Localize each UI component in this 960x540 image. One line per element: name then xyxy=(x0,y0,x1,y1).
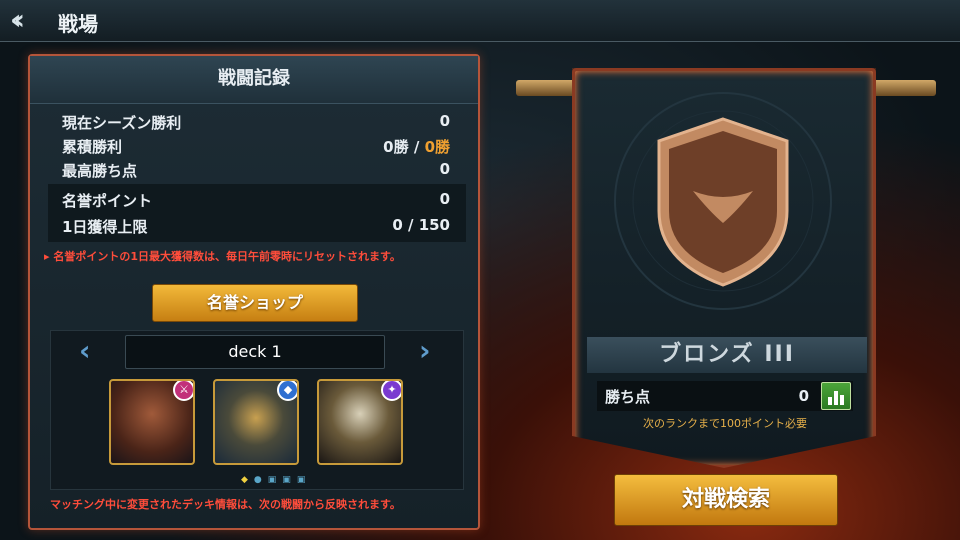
lock-icon: ▣ xyxy=(282,475,297,485)
bar-chart-icon xyxy=(828,391,844,405)
rank-name: ブロンズ III xyxy=(587,337,867,373)
honor-value: 0 xyxy=(439,190,450,208)
rank-emblem xyxy=(614,92,832,310)
best-score-value: 0 xyxy=(439,160,450,178)
points-value: 0 xyxy=(798,387,809,405)
sword-icon: ⚔ xyxy=(173,381,193,401)
season-wins-label: 現在シーズン勝利 xyxy=(62,114,182,132)
page-title: 戦場 xyxy=(58,12,98,36)
top-bar: ‹‹ 戦場 xyxy=(0,0,960,42)
deck-card-1[interactable]: ⚔ xyxy=(109,379,195,465)
honor-reset-note: ▸ 名誉ポイントの1日最大獲得数は、毎日午前零時にリセットされます。 xyxy=(44,250,401,263)
honor-shop-button[interactable]: 名誉ショップ xyxy=(152,284,358,322)
ranking-chart-button[interactable] xyxy=(821,382,851,410)
daily-limit-value: 0 / 150 xyxy=(392,216,450,234)
deck-card-2[interactable]: ◆ xyxy=(213,379,299,465)
dot-active-icon: ◆ xyxy=(241,475,254,485)
daily-limit-label: 1日獲得上限 xyxy=(62,218,148,236)
lock-icon: ▣ xyxy=(267,475,283,485)
total-wins-row: 累積勝利 0勝 / 0勝 xyxy=(62,136,450,158)
deck-card-3[interactable]: ✦ xyxy=(317,379,403,465)
season-wins-row: 現在シーズン勝利 0 xyxy=(62,112,450,134)
total-wins-value: 0勝 xyxy=(383,138,409,156)
panel-title: 戦闘記録 xyxy=(30,56,478,104)
honor-row: 名誉ポイント 0 xyxy=(62,190,450,212)
battle-record-panel: 戦闘記録 現在シーズン勝利 0 累積勝利 0勝 / 0勝 最高勝ち点 0 名誉ポ… xyxy=(28,54,480,530)
deck-area: ‹ deck 1 › ⚔ ◆ ✦ ◆●▣▣▣ xyxy=(50,330,464,490)
back-chevron-icon[interactable]: ‹‹ xyxy=(10,6,46,36)
total-wins-value-orange: 0勝 xyxy=(424,138,450,156)
honor-label: 名誉ポイント xyxy=(62,192,153,210)
total-wins-separator: / xyxy=(413,138,420,156)
next-rank-note: 次のランクまで100ポイント必要 xyxy=(643,417,807,430)
deck-next-arrow-icon[interactable]: › xyxy=(419,337,439,367)
lock-icon: ▣ xyxy=(296,475,312,485)
total-wins-label: 累積勝利 xyxy=(62,138,123,156)
points-row: 勝ち点 0 xyxy=(597,381,853,411)
daily-limit-row: 1日獲得上限 0 / 150 xyxy=(62,216,450,238)
battle-search-button[interactable]: 対戦検索 xyxy=(614,474,838,526)
deck-name: deck 1 xyxy=(125,335,385,369)
deck-page-indicator: ◆●▣▣▣ xyxy=(241,475,311,485)
best-score-label: 最高勝ち点 xyxy=(62,162,138,180)
season-wins-value: 0 xyxy=(439,112,450,130)
best-score-row: 最高勝ち点 0 xyxy=(62,160,450,182)
points-label: 勝ち点 xyxy=(605,387,651,406)
dot-icon: ● xyxy=(253,475,268,485)
deck-prev-arrow-icon[interactable]: ‹ xyxy=(79,337,99,367)
total-wins-values: 0勝 / 0勝 xyxy=(383,136,450,158)
deck-change-note: マッチング中に変更されたデッキ情報は、次の戦闘から反映されます。 xyxy=(50,498,401,511)
shield-icon: ◆ xyxy=(277,381,297,401)
magic-icon: ✦ xyxy=(381,381,401,401)
rank-banner: ブロンズ III 勝ち点 0 次のランクまで100ポイント必要 xyxy=(572,68,876,468)
